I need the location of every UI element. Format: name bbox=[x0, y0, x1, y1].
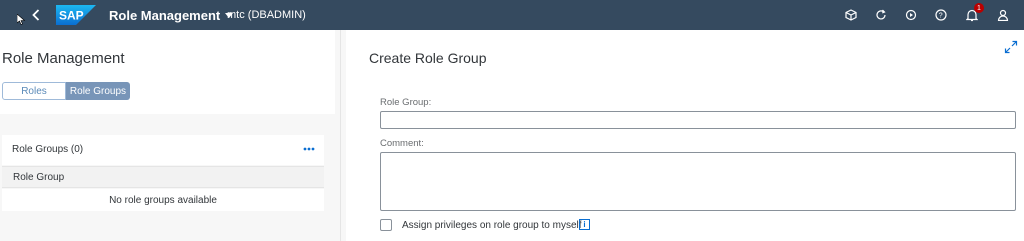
user-button[interactable] bbox=[995, 7, 1011, 23]
cube-button[interactable] bbox=[843, 7, 859, 23]
system-label: mtc (DBADMIN) bbox=[227, 9, 306, 21]
back-button[interactable] bbox=[29, 6, 43, 24]
master-header: Role Management Roles Role Groups bbox=[0, 30, 335, 114]
fullscreen-icon[interactable] bbox=[1004, 40, 1018, 54]
svg-text:?: ? bbox=[939, 13, 943, 20]
app-title: Role Management bbox=[109, 8, 221, 23]
mouse-cursor-icon bbox=[17, 14, 25, 25]
svg-text:SAP: SAP bbox=[59, 9, 84, 23]
run-button[interactable] bbox=[903, 7, 919, 23]
segment-role-groups[interactable]: Role Groups bbox=[66, 82, 130, 100]
refresh-button[interactable] bbox=[873, 7, 889, 23]
column-header-role-group: Role Group bbox=[13, 172, 65, 183]
play-icon bbox=[905, 9, 917, 21]
info-icon[interactable]: i bbox=[579, 219, 590, 230]
help-button[interactable]: ? bbox=[933, 7, 949, 23]
more-options-button[interactable] bbox=[302, 144, 316, 154]
more-icon bbox=[303, 147, 315, 151]
role-group-label: Role Group: bbox=[380, 97, 432, 108]
form-title: Create Role Group bbox=[369, 50, 487, 66]
detail-pane: Create Role Group Role Group: Comment: A… bbox=[346, 30, 1024, 241]
comment-textarea[interactable] bbox=[380, 152, 1016, 211]
assign-privileges-label: Assign privileges on role group to mysel… bbox=[402, 220, 582, 231]
cube-icon bbox=[845, 9, 857, 21]
comment-label: Comment: bbox=[380, 138, 424, 149]
master-pane: Role Management Roles Role Groups Role G… bbox=[0, 30, 341, 241]
user-icon bbox=[997, 9, 1009, 21]
app-title-menu[interactable]: Role Management bbox=[109, 8, 234, 23]
no-data-text: No role groups available bbox=[2, 189, 324, 211]
list-toolbar: Role Groups (0) bbox=[2, 135, 324, 165]
back-icon bbox=[32, 9, 40, 21]
segmented-button: Roles Role Groups bbox=[2, 82, 130, 100]
shell-bar: SAP Role Management mtc (DBADMIN) ? 1 bbox=[0, 0, 1024, 30]
segment-roles[interactable]: Roles bbox=[2, 82, 66, 100]
role-group-input[interactable] bbox=[380, 111, 1016, 129]
help-icon: ? bbox=[935, 9, 947, 21]
notification-badge: 1 bbox=[974, 3, 984, 13]
list-title: Role Groups (0) bbox=[12, 144, 84, 155]
page-title: Role Management bbox=[2, 50, 125, 67]
sap-logo[interactable]: SAP bbox=[56, 5, 96, 25]
column-header: Role Group bbox=[2, 166, 324, 188]
assign-privileges-checkbox[interactable] bbox=[380, 219, 392, 231]
refresh-icon bbox=[876, 9, 886, 20]
